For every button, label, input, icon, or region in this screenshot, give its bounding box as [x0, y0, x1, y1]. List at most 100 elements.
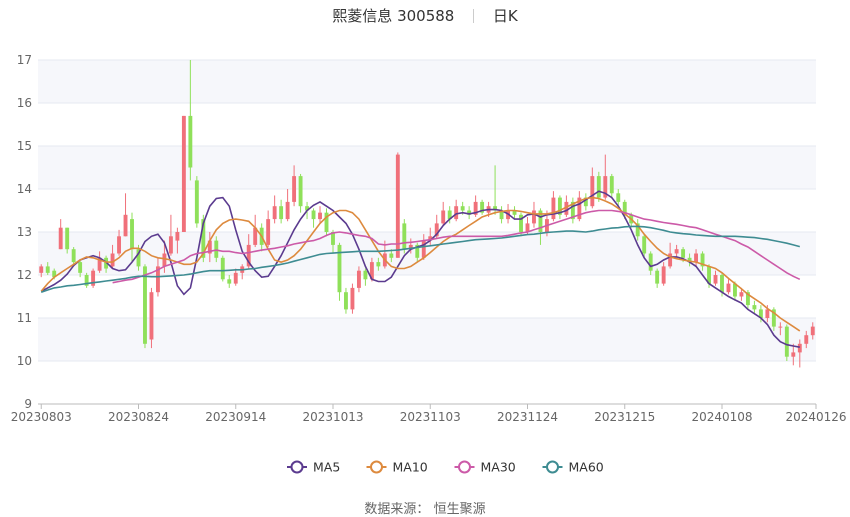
- y-tick-label: 15: [17, 139, 32, 153]
- candle-body: [739, 292, 744, 297]
- x-tick-label: 20230914: [205, 410, 266, 424]
- x-tick-label: 20231013: [302, 410, 363, 424]
- candle-body: [123, 214, 128, 237]
- candle-body: [214, 240, 219, 258]
- plot-band: [38, 318, 816, 361]
- legend-item-ma5[interactable]: MA5: [287, 460, 340, 475]
- y-tick-label: 16: [17, 96, 32, 110]
- candle-body: [266, 219, 271, 245]
- candle-body: [797, 343, 802, 353]
- candle-body: [233, 272, 238, 284]
- x-tick-label: 20231215: [594, 410, 655, 424]
- candle-body: [175, 232, 180, 241]
- candle-body: [162, 253, 167, 267]
- candle-body: [681, 249, 686, 258]
- candle-body: [181, 115, 186, 232]
- candle-body: [168, 236, 173, 254]
- candle-body: [292, 176, 297, 202]
- x-tick-label: 20240108: [691, 410, 752, 424]
- y-tick-label: 12: [17, 268, 32, 282]
- candle-body: [752, 305, 757, 310]
- candle-body: [318, 212, 322, 220]
- legend-marker: [290, 460, 304, 474]
- legend-marker: [370, 460, 383, 474]
- kline-chart: 9 10 11 12 13 14 15 16 17 20230803 20230824 202309…: [11, 53, 847, 475]
- candle-body: [298, 176, 303, 207]
- candle-body: [778, 326, 783, 328]
- candle-body: [194, 180, 199, 224]
- x-tick-label: 20230824: [108, 410, 169, 424]
- candle-body: [285, 201, 290, 220]
- candle-body: [188, 115, 193, 168]
- x-tick-label: 20240126: [785, 410, 846, 424]
- candle-body: [661, 266, 666, 284]
- candle-body: [143, 266, 147, 344]
- candle-body: [363, 270, 368, 280]
- candle-body: [765, 309, 770, 318]
- x-tick-label: 20231103: [400, 410, 461, 424]
- candle-body: [596, 176, 601, 198]
- candle-body: [45, 266, 50, 273]
- candle-body: [791, 352, 796, 357]
- y-tick-label: 9: [24, 397, 32, 411]
- source-label: 数据来源：: [364, 502, 430, 517]
- legend-marker: [458, 460, 471, 474]
- candle-body: [551, 197, 556, 220]
- candle-body: [311, 210, 316, 220]
- legend-label: MA5: [313, 460, 340, 475]
- y-axis: 9 10 11 12 13 14 15 16 17: [17, 53, 32, 411]
- legend[interactable]: MA5 MA10 MA30 MA60: [287, 460, 604, 475]
- candle-body: [376, 262, 381, 267]
- source-name: 恒生聚源: [433, 502, 486, 517]
- candle-body: [78, 262, 83, 273]
- candle-body: [344, 292, 348, 310]
- candle-body: [804, 335, 809, 344]
- candle-body: [389, 253, 394, 258]
- legend-label: MA60: [569, 460, 604, 475]
- candle-body: [149, 292, 154, 340]
- candle-body: [356, 270, 361, 288]
- candle-body: [726, 283, 731, 293]
- candle-body: [402, 223, 407, 250]
- candle-body: [272, 206, 277, 220]
- candle-body: [350, 287, 355, 310]
- candle-body: [532, 210, 536, 224]
- x-tick-label: 20231124: [497, 410, 558, 424]
- candle-body: [674, 249, 679, 254]
- legend-item-ma10[interactable]: MA10: [366, 460, 428, 475]
- candle-body: [810, 326, 815, 336]
- candle-body: [58, 227, 63, 250]
- y-tick-label: 17: [17, 53, 32, 67]
- x-tick-label: 20230803: [11, 410, 72, 424]
- x-axis: 20230803 20230824 20230914 20231013 20231103…: [11, 403, 847, 424]
- candle-body: [713, 275, 718, 284]
- plot-band: [38, 146, 816, 189]
- candle-body: [130, 219, 134, 250]
- legend-marker: [546, 460, 559, 474]
- candle-body: [616, 193, 621, 202]
- plot-band: [38, 60, 816, 103]
- y-tick-label: 14: [17, 182, 32, 196]
- candle-body: [71, 249, 76, 263]
- legend-item-ma60[interactable]: MA60: [542, 460, 604, 475]
- candle-body: [694, 253, 699, 263]
- candle-body: [655, 270, 660, 284]
- candle-body: [720, 275, 724, 293]
- plot-background: [38, 60, 816, 361]
- candle-body: [784, 326, 789, 357]
- candle-body: [227, 279, 232, 284]
- plot-band: [38, 232, 816, 275]
- legend-label: MA10: [393, 460, 428, 475]
- candle-body: [642, 236, 647, 254]
- candle-body: [460, 206, 465, 211]
- legend-item-ma30[interactable]: MA30: [454, 460, 516, 475]
- candle-body: [110, 253, 115, 267]
- data-source: 数据来源： 恒生聚源: [0, 498, 850, 517]
- candle-body: [590, 176, 595, 207]
- candle-body: [454, 206, 459, 220]
- candle-body: [609, 176, 614, 194]
- candle-body: [39, 266, 44, 273]
- legend-label: MA30: [481, 460, 516, 475]
- candle-body: [395, 154, 400, 258]
- candle-body: [117, 236, 121, 254]
